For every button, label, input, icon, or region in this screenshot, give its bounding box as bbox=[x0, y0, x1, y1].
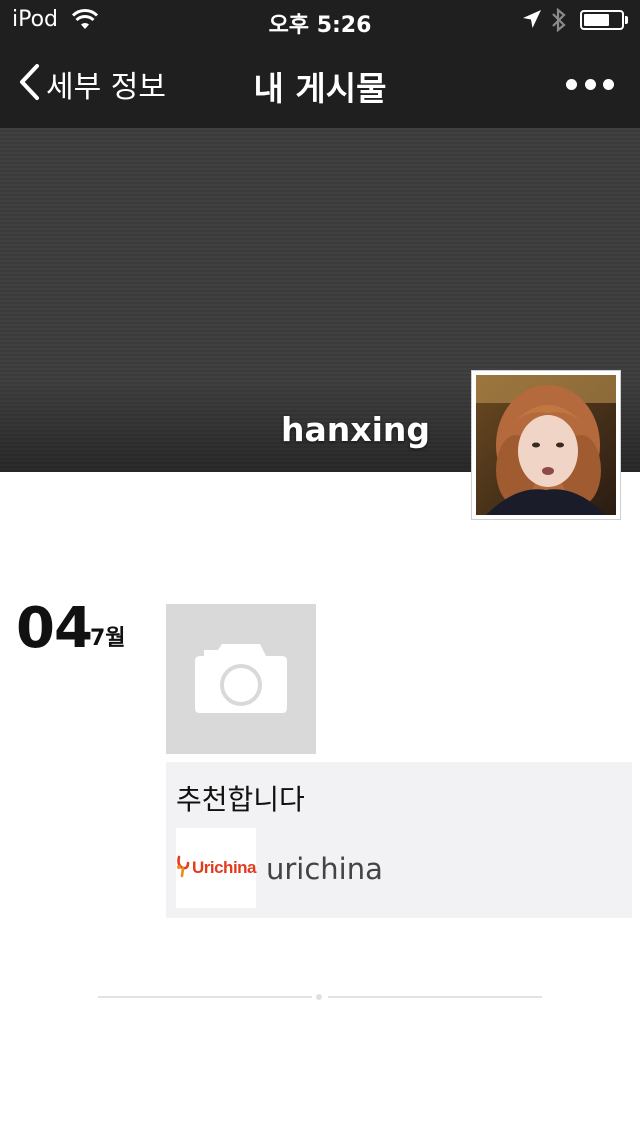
battery-level bbox=[584, 14, 610, 26]
avatar[interactable] bbox=[471, 370, 621, 520]
location-arrow-icon bbox=[522, 9, 542, 33]
avatar-photo bbox=[476, 375, 616, 515]
link-thumbnail: Urichina bbox=[176, 828, 257, 908]
clock: 오후 5:26 bbox=[268, 13, 372, 38]
battery-icon bbox=[580, 10, 624, 30]
profile-username: hanxing bbox=[281, 410, 430, 449]
link-title: urichina bbox=[266, 852, 383, 886]
status-bar: iPod 오후 5:26 bbox=[0, 0, 640, 40]
divider-dot bbox=[316, 994, 322, 1000]
page-title: 내 게시물 bbox=[253, 69, 387, 108]
battery-tip bbox=[625, 16, 628, 24]
more-dot bbox=[603, 78, 614, 90]
link-logo-text: Urichina bbox=[191, 858, 257, 877]
divider-left bbox=[98, 996, 312, 998]
more-dot bbox=[584, 78, 596, 90]
more-dot bbox=[566, 78, 577, 90]
post-text: 추천합니다 bbox=[176, 783, 305, 816]
post-day: 04 bbox=[16, 596, 93, 661]
post-month: 7월 bbox=[90, 626, 126, 651]
bluetooth-icon bbox=[550, 6, 568, 38]
post-card[interactable]: 추천합니다 Urichina urichina bbox=[166, 762, 632, 918]
more-icon[interactable] bbox=[566, 74, 614, 94]
nav-bar: 세부 정보 내 게시물 bbox=[0, 40, 640, 128]
urichina-logo-icon bbox=[176, 854, 190, 882]
screen: iPod 오후 5:26 세부 정보 내 게시물 hanxing 04 7월 추… bbox=[0, 0, 640, 1136]
post-photo-placeholder[interactable] bbox=[166, 604, 316, 754]
camera-icon bbox=[166, 644, 316, 758]
divider-right bbox=[328, 996, 542, 998]
